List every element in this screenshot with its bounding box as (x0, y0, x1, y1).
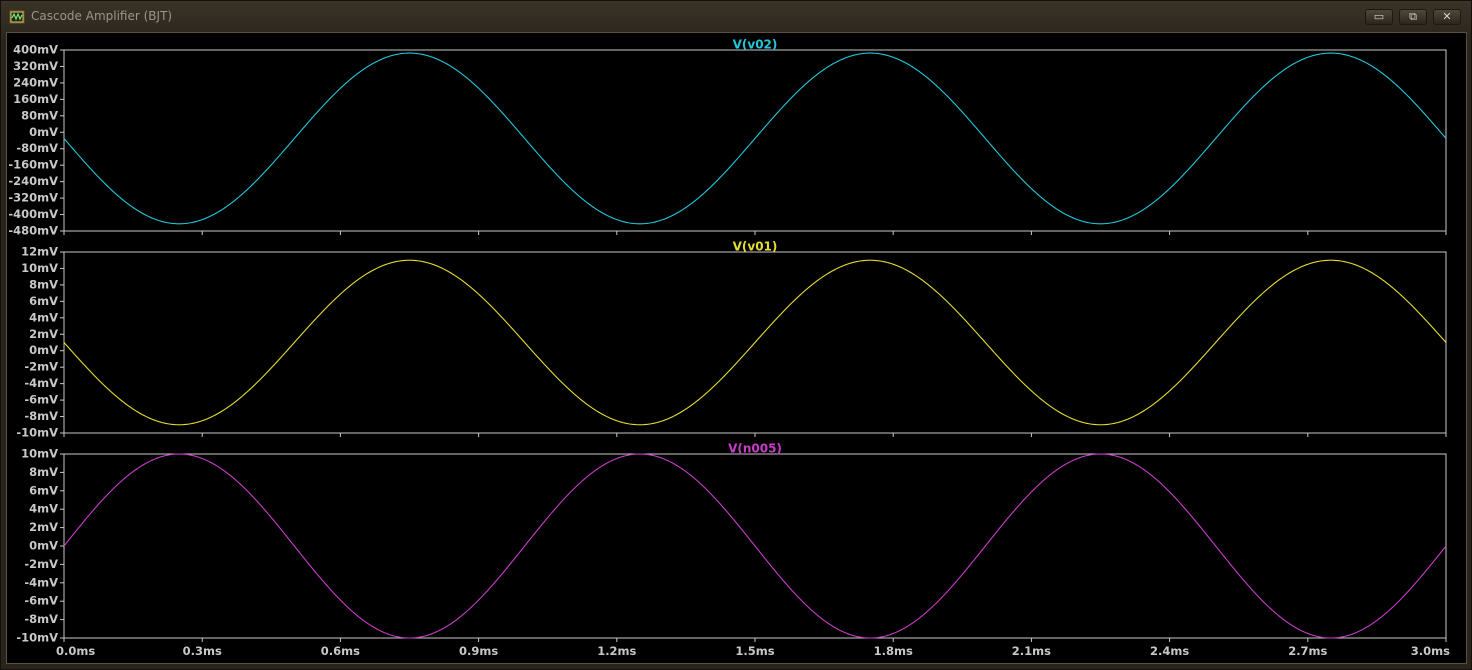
x-tick-label: 2.4ms (1150, 644, 1189, 658)
y-tick-label: -10mV (16, 631, 58, 645)
waveform-trace[interactable] (63, 52, 1447, 225)
y-tick-label: -80mV (16, 141, 58, 155)
y-tick-label: 6mV (29, 294, 58, 308)
y-tick-label: 12mV (21, 245, 58, 259)
y-tick-label: 6mV (29, 483, 58, 497)
x-tick-label: 0.0ms (56, 644, 95, 658)
trace-label[interactable]: V(n005) (728, 442, 782, 456)
y-tick-label: -8mV (24, 612, 58, 626)
y-tick-label: 2mV (29, 327, 58, 341)
y-tick-label: -4mV (24, 376, 58, 390)
waveform-trace[interactable] (63, 259, 1447, 426)
trace-label[interactable]: V(v02) (733, 38, 778, 52)
restore-button[interactable]: ⧉ (1399, 9, 1427, 25)
y-tick-label: -480mV (8, 224, 58, 238)
trace-label[interactable]: V(v01) (733, 240, 778, 254)
y-tick-label: 0mV (29, 343, 58, 357)
waveform-trace[interactable] (63, 453, 1447, 639)
y-tick-label: 10mV (21, 261, 58, 275)
y-tick-label: -4mV (24, 575, 58, 589)
x-tick-label: 2.1ms (1012, 644, 1051, 658)
y-tick-label: 4mV (29, 502, 58, 516)
y-tick-label: -240mV (8, 174, 58, 188)
close-button[interactable]: ✕ (1433, 9, 1461, 25)
y-tick-label: 8mV (29, 277, 58, 291)
y-tick-label: -8mV (24, 409, 58, 423)
y-tick-label: -160mV (8, 158, 58, 172)
x-tick-label: 1.5ms (735, 644, 774, 658)
x-tick-label: 2.7ms (1288, 644, 1327, 658)
y-tick-label: 0mV (29, 125, 58, 139)
y-tick-label: -6mV (24, 393, 58, 407)
y-tick-label: -400mV (8, 207, 58, 221)
y-tick-label: 2mV (29, 520, 58, 534)
y-tick-label: 0mV (29, 539, 58, 553)
y-tick-label: 240mV (13, 75, 58, 89)
x-tick-label: 1.2ms (597, 644, 636, 658)
y-tick-label: -2mV (24, 557, 58, 571)
waveform-plots[interactable]: V(v02) 400mV 320mV 240mV 160mV 80mV 0mV -80mV -1… (7, 33, 1466, 663)
y-tick-label: -6mV (24, 594, 58, 608)
app-window: Cascode Amplifier (BJT) ▭ ⧉ ✕ V(v02) 400m… (0, 0, 1472, 670)
y-tick-label: 4mV (29, 310, 58, 324)
minimize-button[interactable]: ▭ (1365, 9, 1393, 25)
x-tick-label: 0.6ms (321, 644, 360, 658)
window-title: Cascode Amplifier (BJT) (31, 9, 173, 23)
y-tick-label: 160mV (13, 92, 58, 106)
y-tick-label: 10mV (21, 447, 58, 461)
y-tick-label: 80mV (21, 108, 58, 122)
y-tick-label: 400mV (13, 43, 58, 57)
x-tick-label: 0.9ms (459, 644, 498, 658)
plot-pane-1-frame[interactable] (63, 49, 1447, 232)
y-tick-label: 320mV (13, 59, 58, 73)
title-bar[interactable]: Cascode Amplifier (BJT) ▭ ⧉ ✕ (1, 1, 1471, 31)
x-tick-label: 1.8ms (874, 644, 913, 658)
x-tick-label: 3.0ms (1411, 644, 1450, 658)
waveform-viewer-icon (9, 10, 25, 24)
waveform-plot-area[interactable]: V(v02) 400mV 320mV 240mV 160mV 80mV 0mV -80mV -1… (6, 32, 1467, 664)
y-tick-label: -320mV (8, 191, 58, 205)
y-tick-label: -10mV (16, 426, 58, 440)
y-tick-label: 8mV (29, 465, 58, 479)
x-tick-label: 0.3ms (183, 644, 222, 658)
y-tick-label: -2mV (24, 360, 58, 374)
